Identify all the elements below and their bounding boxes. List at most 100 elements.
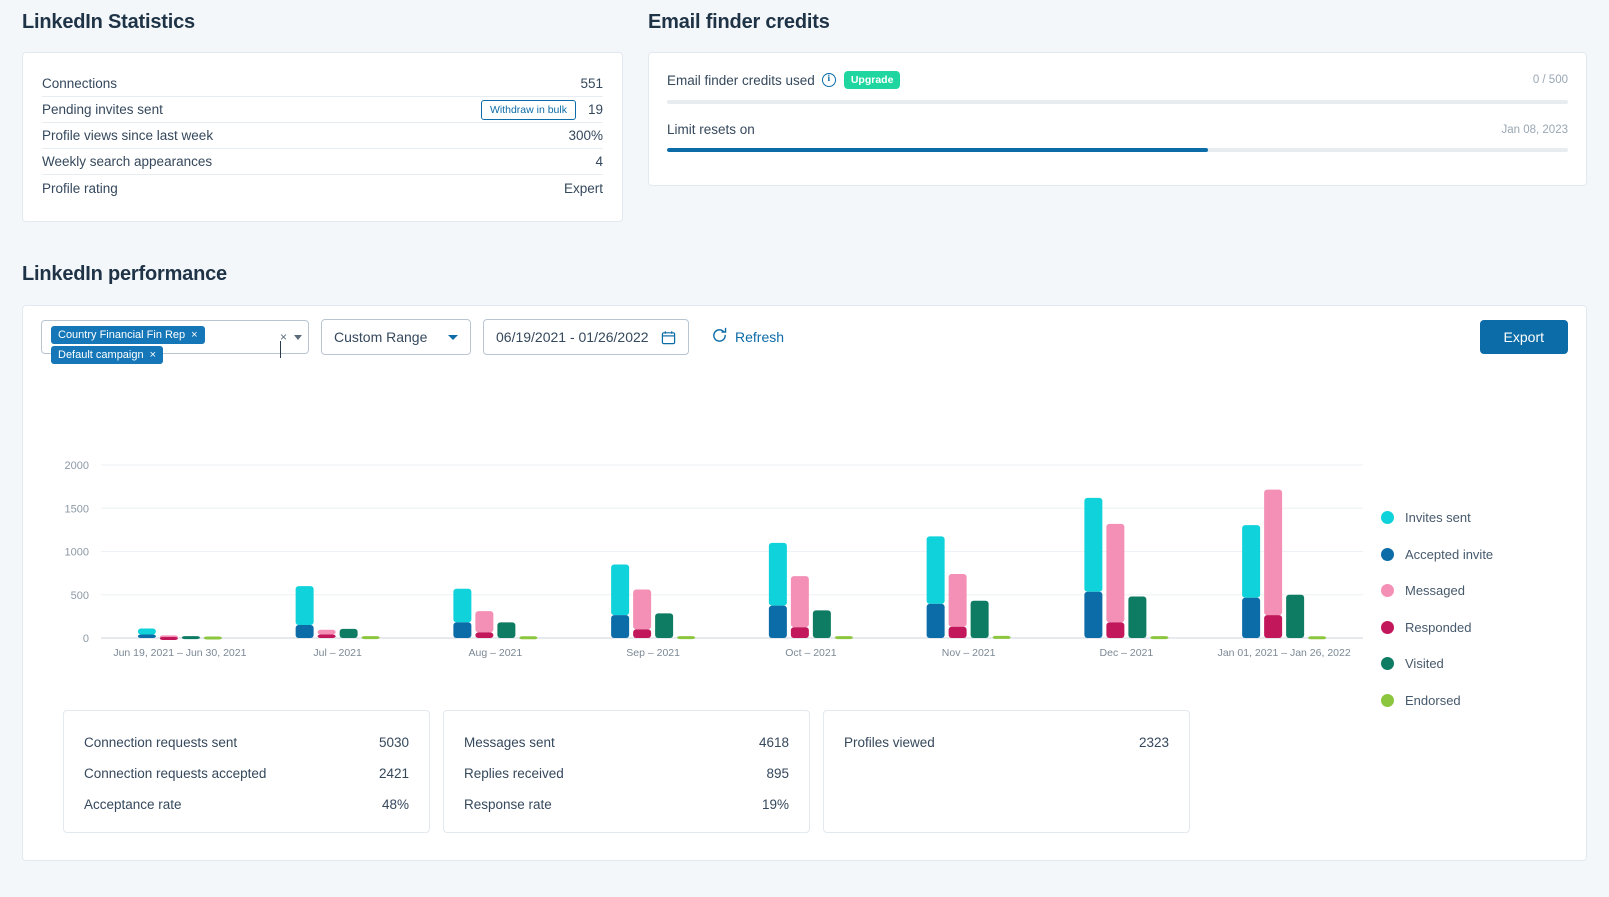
performance-chart: 0500100015002000Jun 19, 2021 – Jun 30, 2… [23,368,1586,698]
refresh-button[interactable]: Refresh [711,327,784,347]
bar-visited[interactable] [971,601,989,638]
bar-endorsed[interactable] [835,636,853,639]
x-axis-tick-label: Jul – 2021 [313,647,362,659]
bar-accepted-invite[interactable] [296,625,314,638]
export-button[interactable]: Export [1480,320,1568,354]
bar-accepted-invite[interactable] [611,615,629,638]
stat-row: Profile views since last week300% [42,123,603,149]
bar-invites-sent[interactable] [138,628,156,634]
legend-item[interactable]: Messaged [1381,583,1493,598]
clear-all-icon[interactable]: × [280,330,287,344]
bar-responded[interactable] [633,629,651,638]
bar-visited[interactable] [813,610,831,638]
stat-label: Profile views since last week [42,128,213,143]
upgrade-button[interactable]: Upgrade [844,71,901,89]
campaign-tag[interactable]: Country Financial Fin Rep× [51,326,205,344]
stat-value: 19 [588,102,603,117]
bar-messaged[interactable] [318,630,336,635]
legend-item[interactable]: Invites sent [1381,510,1493,525]
bar-accepted-invite[interactable] [1084,592,1102,638]
summary-row: Profiles viewed2323 [844,727,1169,758]
dashboard-page: LinkedIn Statistics Connections551Pendin… [0,0,1609,897]
stat-label: Weekly search appearances [42,154,212,169]
bar-endorsed[interactable] [362,636,380,639]
bar-accepted-invite[interactable] [927,604,945,638]
linkedin-statistics-card: Connections551Pending invites sentWithdr… [22,52,623,222]
bar-responded[interactable] [1106,622,1124,638]
info-icon[interactable]: i [822,73,836,87]
campaign-tag[interactable]: Default campaign× [51,346,163,364]
bar-responded[interactable] [475,632,493,638]
bar-messaged[interactable] [475,611,493,632]
summary-label: Messages sent [464,735,555,750]
legend-label: Invites sent [1405,510,1471,525]
summary-label: Acceptance rate [84,797,182,812]
date-range-value: 06/19/2021 - 01/26/2022 [496,329,649,345]
bar-visited[interactable] [655,613,673,638]
bar-messaged[interactable] [949,574,967,627]
legend-item[interactable]: Responded [1381,620,1493,635]
bar-accepted-invite[interactable] [1242,598,1260,638]
summary-row: Connection requests accepted2421 [84,758,409,789]
bar-responded[interactable] [1264,615,1282,638]
bar-endorsed[interactable] [519,636,537,639]
remove-tag-icon[interactable]: × [191,329,197,341]
legend-label: Visited [1405,656,1444,671]
summary-value: 4618 [759,735,789,750]
bar-invites-sent[interactable] [296,586,314,625]
bar-visited[interactable] [182,636,200,639]
performance-toolbar: Country Financial Fin Rep× Default campai… [23,306,1586,368]
bar-invites-sent[interactable] [769,543,787,606]
bar-messaged[interactable] [1264,490,1282,615]
legend-item[interactable]: Endorsed [1381,693,1493,708]
remove-tag-icon[interactable]: × [150,349,156,361]
range-type-select[interactable]: Custom Range [321,319,471,355]
bar-responded[interactable] [160,637,178,640]
stat-value: 4 [595,154,603,169]
bar-responded[interactable] [791,627,809,638]
y-axis-tick-label: 2000 [65,460,89,472]
email-finder-credits-card: Email finder credits used i Upgrade 0 / … [648,52,1587,186]
bar-responded[interactable] [318,635,336,638]
bar-endorsed[interactable] [677,636,695,639]
bar-endorsed[interactable] [1150,636,1168,639]
bar-invites-sent[interactable] [1084,498,1102,592]
bar-endorsed[interactable] [993,636,1011,639]
bar-messaged[interactable] [633,590,651,630]
bar-responded[interactable] [949,627,967,638]
chevron-down-icon[interactable] [294,335,302,340]
bar-visited[interactable] [1286,595,1304,638]
bar-invites-sent[interactable] [1242,525,1260,598]
stat-label: Connections [42,76,117,91]
refresh-icon [711,327,728,347]
credits-reset-label: Limit resets on [667,122,755,137]
summary-card: Connection requests sent5030Connection r… [63,710,430,833]
legend-item[interactable]: Visited [1381,656,1493,671]
bar-accepted-invite[interactable] [138,635,156,638]
withdraw-in-bulk-button[interactable]: Withdraw in bulk [481,100,576,120]
text-cursor [280,341,281,358]
legend-item[interactable]: Accepted invite [1381,547,1493,562]
bar-invites-sent[interactable] [453,589,471,623]
chart-legend: Invites sent Accepted invite Messaged Respo… [1381,510,1493,708]
bar-visited[interactable] [1128,596,1146,638]
summary-row: Acceptance rate48% [84,789,409,820]
bar-visited[interactable] [340,629,358,638]
bar-endorsed[interactable] [1308,636,1326,639]
bar-accepted-invite[interactable] [769,606,787,638]
bar-invites-sent[interactable] [611,564,629,615]
credits-used-value: 0 / 500 [1533,74,1568,86]
summary-label: Profiles viewed [844,735,935,750]
bar-messaged[interactable] [1106,524,1124,623]
legend-label: Endorsed [1405,693,1461,708]
calendar-icon [661,330,676,345]
summary-row: Connection requests sent5030 [84,727,409,758]
bar-visited[interactable] [497,622,515,638]
bar-invites-sent[interactable] [927,536,945,603]
date-range-input[interactable]: 06/19/2021 - 01/26/2022 [483,319,689,355]
credits-reset-block: Limit resets on Jan 08, 2023 [667,122,1568,152]
campaign-multiselect[interactable]: Country Financial Fin Rep×Default campai… [41,320,309,354]
bar-endorsed[interactable] [204,636,222,639]
bar-accepted-invite[interactable] [453,622,471,638]
bar-messaged[interactable] [791,576,809,627]
